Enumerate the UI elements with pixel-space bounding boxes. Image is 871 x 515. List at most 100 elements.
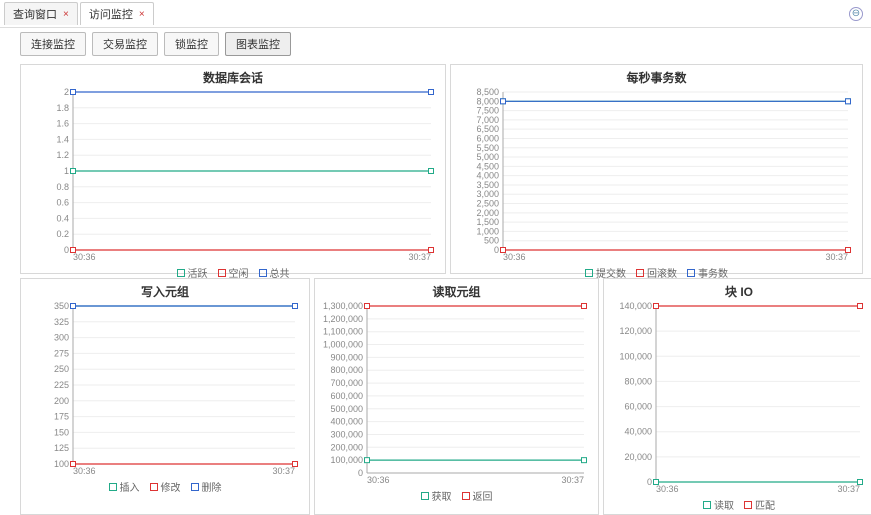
svg-text:700,000: 700,000: [330, 378, 363, 388]
svg-text:175: 175: [54, 412, 69, 422]
minimize-icon[interactable]: ⊖: [849, 7, 863, 21]
svg-text:800,000: 800,000: [330, 365, 363, 375]
svg-text:40,000: 40,000: [624, 427, 652, 437]
svg-text:400,000: 400,000: [330, 417, 363, 427]
svg-text:6,500: 6,500: [476, 124, 499, 134]
subtab-connection[interactable]: 连接监控: [20, 32, 86, 56]
svg-text:2: 2: [64, 88, 69, 97]
svg-text:30:36: 30:36: [367, 475, 390, 485]
chart-legend: 插入修改删除: [27, 478, 303, 494]
svg-text:350: 350: [54, 302, 69, 311]
chart-tps: 每秒事务数05001,0001,5002,0002,5003,0003,5004…: [450, 64, 863, 274]
svg-text:1.2: 1.2: [56, 150, 69, 160]
chart-title: 读取元组: [321, 281, 592, 302]
tab-label: 查询窗口: [13, 6, 57, 22]
svg-text:275: 275: [54, 348, 69, 358]
chart-legend: 获取返回: [321, 487, 592, 503]
svg-text:0: 0: [64, 245, 69, 255]
svg-text:60,000: 60,000: [624, 402, 652, 412]
tab-query-window[interactable]: 查询窗口 ×: [4, 2, 78, 25]
svg-text:150: 150: [54, 427, 69, 437]
svg-text:1,000: 1,000: [476, 226, 499, 236]
svg-text:4,500: 4,500: [476, 161, 499, 171]
svg-text:1.4: 1.4: [56, 134, 69, 144]
svg-text:8,500: 8,500: [476, 88, 499, 97]
legend-item: 返回: [462, 488, 493, 503]
svg-text:4,000: 4,000: [476, 171, 499, 181]
svg-text:30:36: 30:36: [656, 484, 679, 494]
legend-item: 插入: [109, 479, 140, 494]
svg-text:125: 125: [54, 443, 69, 453]
svg-text:120,000: 120,000: [619, 326, 652, 336]
svg-text:3,500: 3,500: [476, 180, 499, 190]
svg-text:7,500: 7,500: [476, 106, 499, 116]
chart-legend: 读取匹配: [610, 496, 868, 512]
svg-text:80,000: 80,000: [624, 376, 652, 386]
svg-text:8,000: 8,000: [476, 96, 499, 106]
subtab-transaction[interactable]: 交易监控: [92, 32, 158, 56]
svg-text:1.8: 1.8: [56, 103, 69, 113]
svg-text:1,500: 1,500: [476, 217, 499, 227]
svg-text:5,000: 5,000: [476, 152, 499, 162]
svg-text:500,000: 500,000: [330, 404, 363, 414]
chart-title: 块 IO: [610, 281, 868, 302]
svg-text:0.8: 0.8: [56, 182, 69, 192]
main-tabbar: 查询窗口 × 访问监控 × ⊖: [0, 0, 871, 28]
svg-text:225: 225: [54, 380, 69, 390]
svg-text:1,200,000: 1,200,000: [323, 314, 363, 324]
svg-text:0.2: 0.2: [56, 229, 69, 239]
svg-text:0: 0: [358, 468, 363, 478]
svg-text:100,000: 100,000: [619, 351, 652, 361]
svg-text:1: 1: [64, 166, 69, 176]
svg-text:30:36: 30:36: [73, 466, 96, 476]
svg-text:30:37: 30:37: [561, 475, 584, 485]
close-icon[interactable]: ×: [139, 9, 145, 20]
svg-text:20,000: 20,000: [624, 452, 652, 462]
svg-text:200: 200: [54, 396, 69, 406]
svg-text:30:36: 30:36: [73, 252, 96, 262]
svg-text:30:37: 30:37: [825, 252, 848, 262]
svg-text:2,000: 2,000: [476, 208, 499, 218]
svg-text:6,000: 6,000: [476, 133, 499, 143]
chart-title: 写入元组: [27, 281, 303, 302]
svg-text:2,500: 2,500: [476, 199, 499, 209]
chart-write-tuples: 写入元组 100 125 150 175 200 225 250 275 300 325 350 30:…: [20, 278, 310, 515]
svg-text:300: 300: [54, 333, 69, 343]
legend-item: 匹配: [744, 497, 775, 512]
svg-text:1,000,000: 1,000,000: [323, 340, 363, 350]
svg-text:900,000: 900,000: [330, 352, 363, 362]
svg-text:600,000: 600,000: [330, 391, 363, 401]
svg-text:300,000: 300,000: [330, 429, 363, 439]
subtab-chart[interactable]: 图表监控: [225, 32, 291, 56]
tab-access-monitor[interactable]: 访问监控 ×: [80, 2, 154, 25]
svg-text:500: 500: [484, 236, 499, 246]
chart-block-io: 块 IO 0 20,000 40,000 60,000 80,000 100,000 120,…: [603, 278, 871, 515]
svg-text:30:37: 30:37: [272, 466, 295, 476]
svg-text:250: 250: [54, 364, 69, 374]
svg-text:30:37: 30:37: [837, 484, 860, 494]
svg-text:100,000: 100,000: [330, 455, 363, 465]
dashboard: 数据库会话 0 0.2 0.4 0.6 0.8 1 1.2 1.4 1.6 1.8 2 30:36 30:…: [0, 60, 871, 492]
svg-text:325: 325: [54, 317, 69, 327]
svg-text:0: 0: [494, 245, 499, 255]
chart-title: 数据库会话: [27, 67, 439, 88]
svg-text:200,000: 200,000: [330, 442, 363, 452]
svg-text:100: 100: [54, 459, 69, 469]
chart-read-tuples: 读取元组 0 100,000 200,000 300,000 400,000 500,000…: [314, 278, 599, 515]
svg-text:1.6: 1.6: [56, 119, 69, 129]
svg-text:30:37: 30:37: [408, 252, 431, 262]
legend-item: 获取: [421, 488, 452, 503]
legend-item: 读取: [703, 497, 734, 512]
legend-item: 删除: [191, 479, 222, 494]
monitor-subtabs: 连接监控 交易监控 锁监控 图表监控: [0, 28, 871, 60]
svg-text:0.4: 0.4: [56, 213, 69, 223]
svg-text:140,000: 140,000: [619, 302, 652, 311]
svg-text:0.6: 0.6: [56, 198, 69, 208]
subtab-lock[interactable]: 锁监控: [164, 32, 219, 56]
svg-text:30:36: 30:36: [503, 252, 526, 262]
svg-text:5,500: 5,500: [476, 143, 499, 153]
svg-text:0: 0: [647, 477, 652, 487]
close-icon[interactable]: ×: [63, 9, 69, 20]
svg-text:7,000: 7,000: [476, 115, 499, 125]
tab-label: 访问监控: [89, 6, 133, 22]
